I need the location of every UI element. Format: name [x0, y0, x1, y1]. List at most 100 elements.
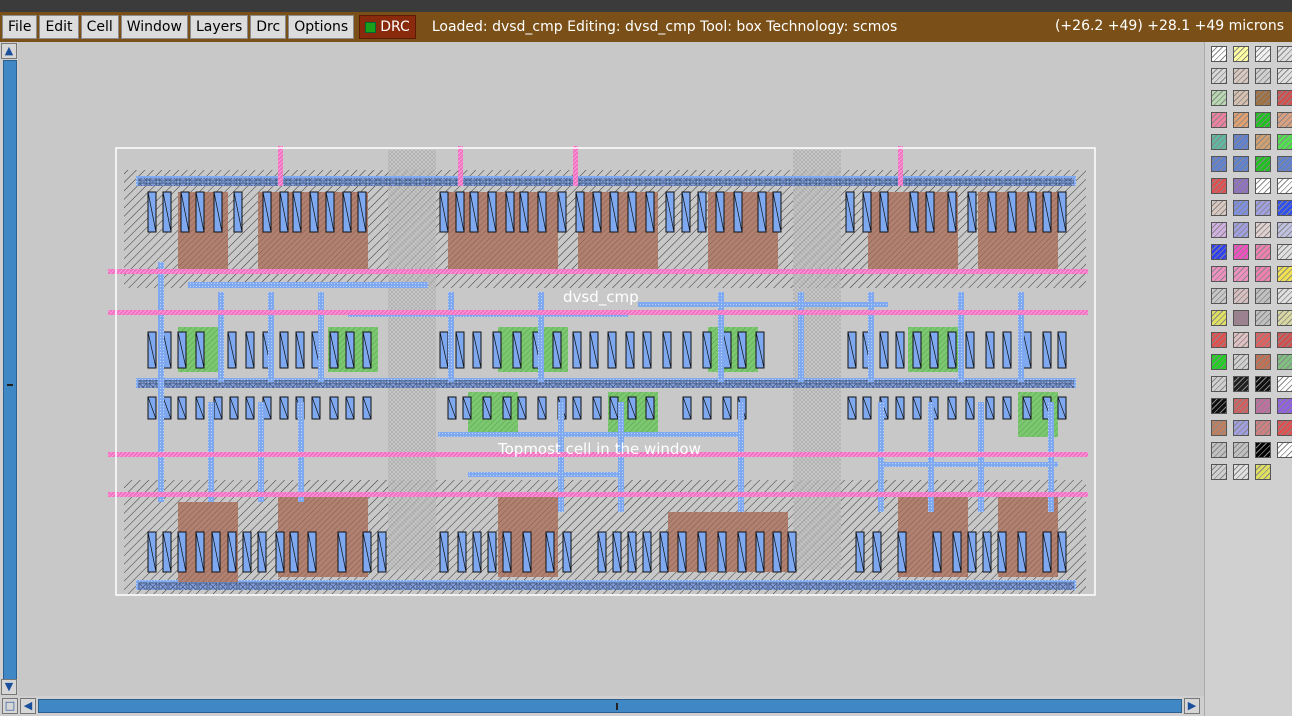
layer-swatch[interactable]	[1277, 420, 1292, 436]
menu-edit[interactable]: Edit	[39, 15, 79, 39]
layer-swatch[interactable]	[1211, 376, 1227, 392]
layer-swatch[interactable]	[1255, 112, 1271, 128]
layer-swatch[interactable]	[1233, 398, 1249, 414]
scroll-right-arrow-icon[interactable]: ▶	[1184, 698, 1200, 714]
vertical-scroll-track[interactable]	[3, 60, 17, 680]
layer-swatch[interactable]	[1277, 266, 1292, 282]
layer-swatch[interactable]	[1255, 354, 1271, 370]
layer-swatch[interactable]	[1255, 156, 1271, 172]
layer-swatch[interactable]	[1255, 332, 1271, 348]
horizontal-scroll-thumb[interactable]	[616, 703, 618, 710]
layer-swatch[interactable]	[1255, 266, 1271, 282]
layer-swatch[interactable]	[1233, 376, 1249, 392]
layer-swatch[interactable]	[1277, 222, 1292, 238]
scroll-left-arrow-icon[interactable]: ◀	[20, 698, 36, 714]
layer-swatch[interactable]	[1211, 200, 1227, 216]
layer-swatch[interactable]	[1233, 68, 1249, 84]
layer-swatch[interactable]	[1233, 464, 1249, 480]
layer-swatch[interactable]	[1211, 464, 1227, 480]
layout-view[interactable]: dvsd_cmp Topmost cell in the window	[18, 42, 1202, 696]
menu-options[interactable]: Options	[288, 15, 355, 39]
layer-swatch[interactable]	[1211, 266, 1227, 282]
layer-swatch[interactable]	[1233, 420, 1249, 436]
layer-swatch[interactable]	[1233, 156, 1249, 172]
vertical-scroll-thumb[interactable]	[7, 384, 13, 386]
layer-swatch[interactable]	[1211, 222, 1227, 238]
layout-canvas[interactable]: dvsd_cmp Topmost cell in the window	[18, 42, 1202, 696]
layer-swatch[interactable]	[1277, 332, 1292, 348]
layer-swatch[interactable]	[1233, 332, 1249, 348]
layer-swatch[interactable]	[1277, 398, 1292, 414]
layer-swatch[interactable]	[1211, 68, 1227, 84]
layer-swatch[interactable]	[1233, 46, 1249, 62]
layer-swatch[interactable]	[1211, 398, 1227, 414]
menu-layers[interactable]: Layers	[189, 15, 249, 39]
layer-swatch[interactable]	[1233, 442, 1249, 458]
layer-swatch[interactable]	[1255, 244, 1271, 260]
layer-swatch[interactable]	[1277, 442, 1292, 458]
layer-swatch[interactable]	[1211, 112, 1227, 128]
layer-swatch[interactable]	[1255, 442, 1271, 458]
layer-swatch[interactable]	[1233, 178, 1249, 194]
menu-window[interactable]: Window	[120, 15, 188, 39]
layer-swatch[interactable]	[1255, 310, 1271, 326]
scroll-down-arrow-icon[interactable]: ▼	[1, 679, 17, 695]
layer-swatch[interactable]	[1277, 354, 1292, 370]
layer-swatch[interactable]	[1255, 376, 1271, 392]
layer-swatch[interactable]	[1233, 134, 1249, 150]
horizontal-scrollbar[interactable]: □ ◀ ▶	[0, 696, 1204, 716]
layer-swatch[interactable]	[1277, 376, 1292, 392]
layer-swatch[interactable]	[1211, 310, 1227, 326]
vertical-scrollbar[interactable]: ▲ ▼	[0, 42, 18, 696]
layer-swatch[interactable]	[1255, 464, 1271, 480]
layer-swatch[interactable]	[1277, 134, 1292, 150]
layer-swatch[interactable]	[1211, 442, 1227, 458]
layer-swatch[interactable]	[1211, 420, 1227, 436]
layer-swatch[interactable]	[1277, 244, 1292, 260]
layer-swatch[interactable]	[1233, 222, 1249, 238]
layer-swatch[interactable]	[1233, 266, 1249, 282]
layer-swatch[interactable]	[1233, 288, 1249, 304]
layer-swatch[interactable]	[1255, 46, 1271, 62]
horizontal-scroll-track[interactable]	[38, 699, 1182, 713]
layer-swatch[interactable]	[1255, 398, 1271, 414]
layer-swatch[interactable]	[1211, 288, 1227, 304]
menu-file[interactable]: File	[2, 15, 38, 39]
layer-swatch[interactable]	[1211, 178, 1227, 194]
layer-swatch[interactable]	[1255, 200, 1271, 216]
menu-drc[interactable]: Drc	[250, 15, 287, 39]
layer-swatch[interactable]	[1277, 288, 1292, 304]
layer-swatch[interactable]	[1255, 178, 1271, 194]
layer-swatch[interactable]	[1277, 112, 1292, 128]
menu-cell[interactable]: Cell	[80, 15, 119, 39]
layer-swatch[interactable]	[1233, 112, 1249, 128]
layer-swatch[interactable]	[1277, 156, 1292, 172]
layer-swatch[interactable]	[1211, 134, 1227, 150]
layer-swatch[interactable]	[1255, 134, 1271, 150]
layer-swatch[interactable]	[1233, 90, 1249, 106]
layer-swatch[interactable]	[1233, 200, 1249, 216]
layer-swatch[interactable]	[1211, 156, 1227, 172]
layer-swatch[interactable]	[1255, 90, 1271, 106]
layer-swatch[interactable]	[1255, 68, 1271, 84]
zoom-box-icon[interactable]: □	[2, 698, 18, 714]
layer-swatch[interactable]	[1255, 222, 1271, 238]
layer-swatch[interactable]	[1211, 332, 1227, 348]
layer-swatch[interactable]	[1211, 46, 1227, 62]
layer-swatch[interactable]	[1277, 90, 1292, 106]
scroll-up-arrow-icon[interactable]: ▲	[1, 43, 17, 59]
layer-swatch[interactable]	[1233, 354, 1249, 370]
layer-swatch[interactable]	[1277, 200, 1292, 216]
layer-swatch[interactable]	[1233, 310, 1249, 326]
layer-swatch[interactable]	[1255, 420, 1271, 436]
layer-swatch[interactable]	[1211, 354, 1227, 370]
layer-swatch[interactable]	[1211, 90, 1227, 106]
drc-status-button[interactable]: DRC	[359, 15, 416, 39]
layer-swatch[interactable]	[1277, 310, 1292, 326]
layer-swatch[interactable]	[1211, 244, 1227, 260]
layer-swatch[interactable]	[1277, 178, 1292, 194]
layer-swatch[interactable]	[1255, 288, 1271, 304]
layer-swatch[interactable]	[1277, 46, 1292, 62]
layer-swatch[interactable]	[1233, 244, 1249, 260]
layer-swatch[interactable]	[1277, 68, 1292, 84]
